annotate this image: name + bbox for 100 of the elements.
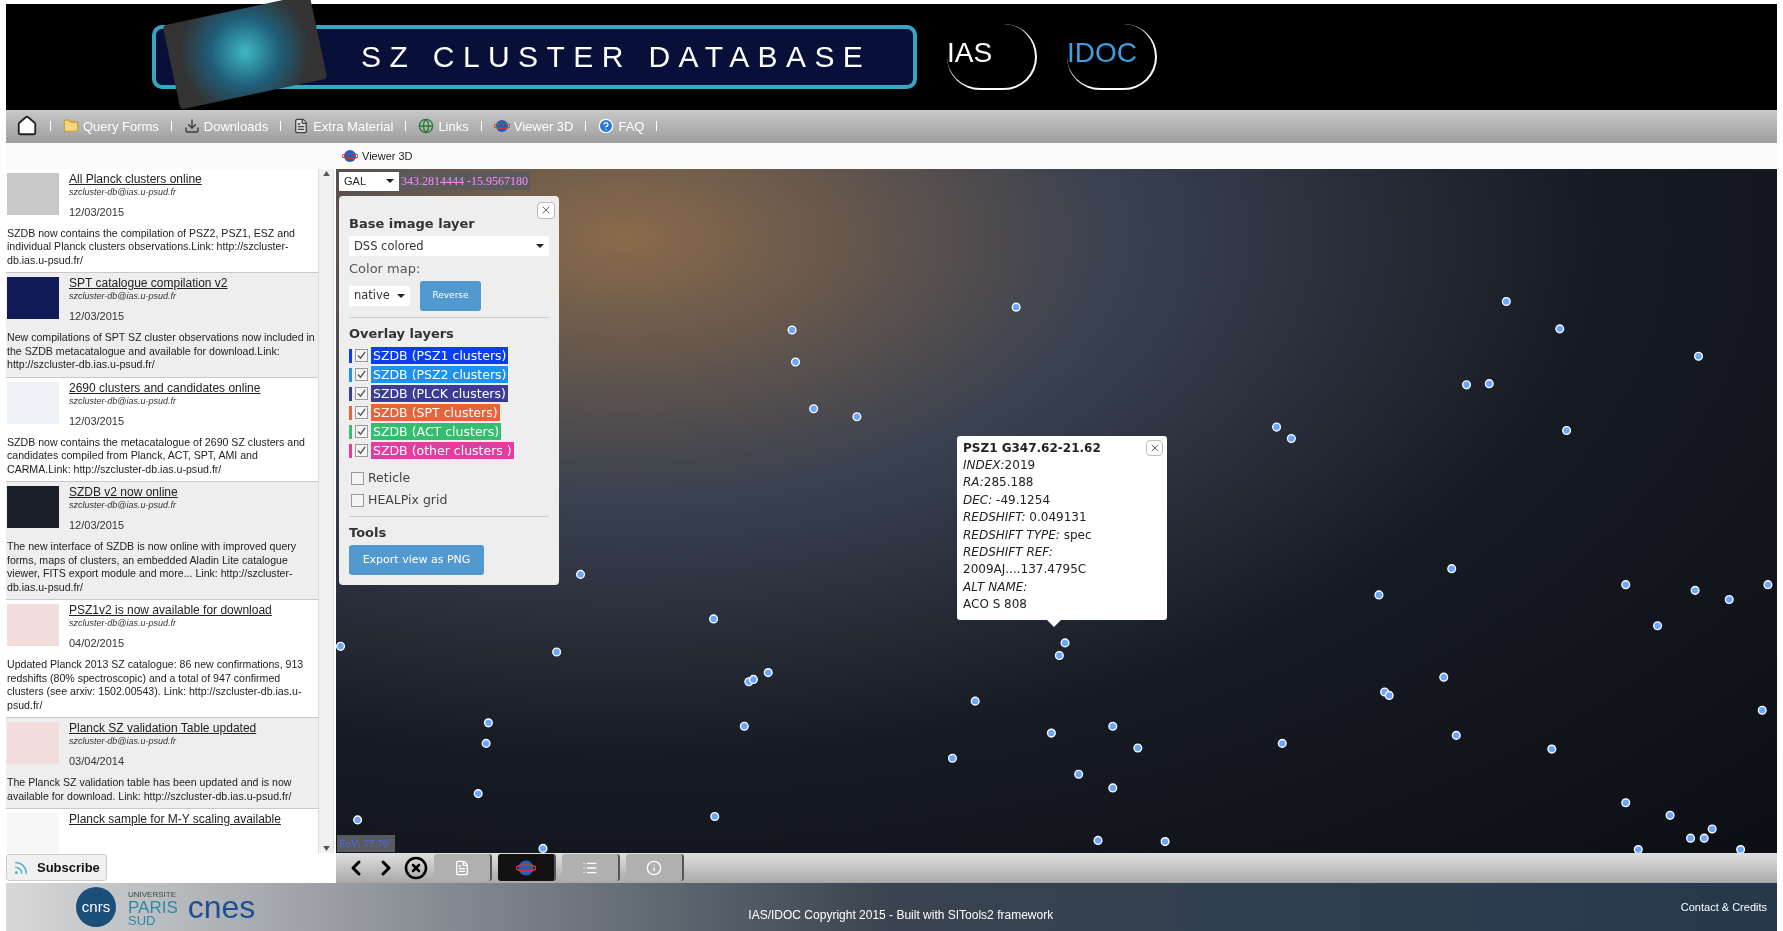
cluster-marker[interactable] <box>1447 563 1457 573</box>
checkbox[interactable] <box>351 472 364 485</box>
document-icon <box>293 118 310 135</box>
frame-select[interactable]: GAL <box>339 171 399 191</box>
option-label[interactable]: HEALPix grid <box>368 490 448 510</box>
close-button[interactable] <box>1146 439 1163 456</box>
news-title-link[interactable]: SPT catalogue compilation v2 <box>69 277 228 291</box>
cluster-marker[interactable] <box>1461 379 1472 389</box>
cluster-marker[interactable] <box>1484 378 1494 388</box>
toolbar-tab[interactable] <box>434 854 492 882</box>
thumbnail-image <box>7 486 59 529</box>
cluster-marker[interactable] <box>1699 833 1709 843</box>
cluster-marker[interactable] <box>483 717 493 727</box>
cluster-marker[interactable] <box>1374 590 1384 600</box>
cluster-marker[interactable] <box>1108 782 1118 793</box>
cluster-marker[interactable] <box>552 647 562 657</box>
cluster-marker[interactable] <box>1046 728 1056 738</box>
close-button[interactable] <box>537 201 555 219</box>
toolbar-tab[interactable] <box>498 854 556 882</box>
cluster-marker[interactable] <box>473 788 483 798</box>
cluster-marker[interactable] <box>575 569 586 579</box>
cluster-marker[interactable] <box>1060 637 1070 648</box>
scrollbar[interactable] <box>318 168 334 853</box>
cluster-marker[interactable] <box>1093 835 1103 845</box>
news-title-link[interactable]: All Planck clusters online <box>69 172 202 186</box>
subscribe-button[interactable]: Subscribe <box>6 854 107 882</box>
checkbox[interactable] <box>355 368 368 382</box>
cluster-marker[interactable] <box>1757 705 1767 715</box>
cluster-marker[interactable] <box>790 357 801 367</box>
cluster-marker[interactable] <box>1108 721 1118 731</box>
news-title-link[interactable]: Planck SZ validation Table updated <box>69 722 257 736</box>
close-icon[interactable] <box>404 855 428 880</box>
cluster-marker[interactable] <box>1707 824 1717 834</box>
sky-map[interactable] <box>336 168 1777 853</box>
cluster-marker[interactable] <box>1133 743 1143 753</box>
cluster-marker[interactable] <box>538 843 548 853</box>
checkbox[interactable] <box>355 425 368 439</box>
cluster-marker[interactable] <box>1621 797 1631 807</box>
breadcrumb-tab[interactable]: Viewer 3D <box>362 147 413 165</box>
cluster-marker[interactable] <box>1384 690 1394 700</box>
cluster-marker[interactable] <box>1621 579 1631 589</box>
cluster-marker[interactable] <box>710 811 720 821</box>
cluster-marker[interactable] <box>1011 302 1021 312</box>
option-label[interactable]: Reticle <box>368 469 411 488</box>
cluster-marker[interactable] <box>1160 836 1170 846</box>
news-author: szcluster-db@ias.u-psud.fr <box>69 617 178 631</box>
cluster-marker[interactable] <box>763 667 773 677</box>
cluster-marker[interactable] <box>1277 738 1287 748</box>
cluster-marker[interactable] <box>1286 433 1296 443</box>
cluster-marker[interactable] <box>970 696 980 706</box>
cluster-marker[interactable] <box>1451 730 1461 740</box>
cluster-marker[interactable] <box>852 411 862 421</box>
cluster-marker[interactable] <box>1736 844 1746 853</box>
news-title-link[interactable]: PSZ1v2 is now available for download <box>69 604 272 618</box>
cluster-marker[interactable] <box>1763 579 1773 589</box>
cluster-marker[interactable] <box>1724 594 1734 604</box>
cluster-marker[interactable] <box>809 403 819 413</box>
toolbar-tab[interactable] <box>562 854 620 882</box>
scroll-down-icon[interactable] <box>322 845 330 851</box>
checkbox[interactable] <box>355 444 368 458</box>
cluster-marker[interactable] <box>748 674 758 684</box>
cluster-marker[interactable] <box>1690 585 1700 595</box>
contact-link[interactable]: Contact & Credits <box>1680 898 1767 916</box>
cluster-marker[interactable] <box>336 641 346 651</box>
cluster-marker[interactable] <box>1562 425 1572 435</box>
cluster-marker[interactable] <box>709 613 719 624</box>
cluster-marker[interactable] <box>1547 744 1557 754</box>
cluster-marker[interactable] <box>1272 422 1282 432</box>
news-title-link[interactable]: 2690 clusters and candidates online <box>69 381 261 395</box>
news-author: szcluster-db@ias.u-psud.fr <box>69 290 178 304</box>
cluster-marker[interactable] <box>1686 833 1696 843</box>
news-title-link[interactable]: Planck sample for M-Y scaling available <box>69 813 281 827</box>
cluster-marker[interactable] <box>1555 323 1565 334</box>
cluster-marker[interactable] <box>1074 769 1084 779</box>
cluster-marker[interactable] <box>1633 844 1643 853</box>
overlay-layer-label[interactable]: SZDB (PSZ1 clusters) <box>371 347 509 365</box>
cluster-marker[interactable] <box>1653 620 1663 630</box>
cluster-marker[interactable] <box>1439 672 1449 682</box>
home-icon[interactable] <box>16 115 38 138</box>
cluster-marker[interactable] <box>739 721 749 731</box>
cluster-marker[interactable] <box>1501 296 1511 306</box>
cluster-marker[interactable] <box>1665 810 1675 820</box>
popup-field: ALT NAME: <box>963 578 1161 597</box>
field-label: Color map: <box>349 260 422 279</box>
checkbox[interactable] <box>355 349 368 363</box>
cluster-marker[interactable] <box>947 753 957 763</box>
cluster-marker[interactable] <box>1054 650 1064 660</box>
cluster-marker[interactable] <box>787 325 797 335</box>
overlay-layer-label[interactable]: SZDB (PLCK clusters) <box>371 385 508 403</box>
checkbox[interactable] <box>351 493 364 507</box>
base-layer-select[interactable]: DSS colored <box>349 236 549 257</box>
checkbox[interactable] <box>355 387 368 401</box>
cluster-marker[interactable] <box>1693 351 1704 361</box>
checkbox[interactable] <box>355 406 368 420</box>
overlay-layer-label[interactable]: SZDB (other clusters ) <box>371 442 514 460</box>
toolbar-tab[interactable] <box>626 854 684 882</box>
cluster-marker[interactable] <box>481 738 491 748</box>
cluster-marker[interactable] <box>353 814 363 825</box>
news-title-link[interactable]: SZDB v2 now online <box>69 486 178 500</box>
color-map-select[interactable]: native <box>349 285 410 306</box>
